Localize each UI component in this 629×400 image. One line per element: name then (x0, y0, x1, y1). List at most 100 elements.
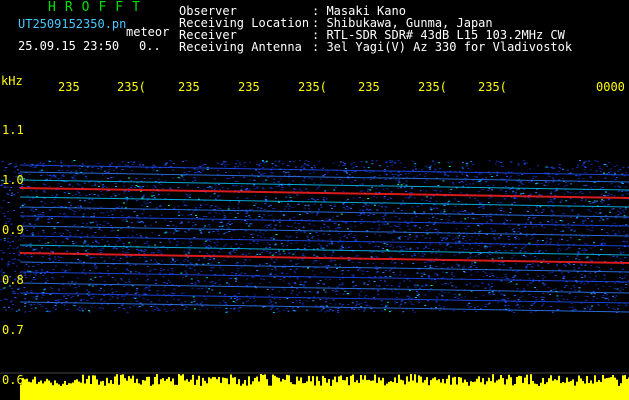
signal-level-bar (92, 375, 94, 400)
noise-speck (504, 250, 507, 252)
noise-speck (217, 162, 220, 164)
noise-speck (459, 211, 462, 212)
noise-speck (601, 199, 603, 201)
noise-speck (513, 294, 516, 296)
noise-speck (245, 223, 248, 225)
noise-speck (613, 195, 616, 197)
noise-speck (57, 300, 60, 302)
noise-speck (347, 207, 350, 209)
noise-speck (243, 176, 246, 178)
noise-speck (110, 162, 113, 164)
noise-speck (315, 232, 318, 233)
signal-level-bar (112, 383, 114, 400)
noise-speck (342, 190, 345, 192)
noise-speck (225, 307, 228, 309)
noise-speck (409, 301, 412, 303)
noise-speck (404, 173, 407, 175)
noise-speck (580, 264, 583, 266)
noise-speck (67, 191, 69, 193)
signal-level-bar (408, 381, 410, 400)
noise-speck (332, 206, 335, 207)
noise-speck (510, 310, 513, 312)
noise-speck (141, 197, 144, 199)
noise-speck (308, 277, 311, 279)
noise-speck (235, 277, 238, 279)
noise-speck (529, 221, 532, 223)
noise-speck (254, 195, 257, 197)
noise-speck (586, 228, 589, 230)
noise-speck (239, 164, 242, 166)
noise-speck (271, 304, 274, 306)
signal-level-bar (150, 385, 152, 400)
noise-speck (435, 207, 438, 209)
signal-level-bar (514, 384, 516, 400)
noise-speck (365, 204, 368, 206)
noise-speck (333, 204, 336, 206)
noise-speck (17, 169, 19, 171)
signal-level-bar (580, 378, 582, 400)
noise-speck (539, 206, 542, 208)
noise-speck (371, 228, 374, 229)
noise-speck (390, 285, 393, 287)
noise-speck (273, 276, 276, 278)
noise-speck (457, 265, 460, 267)
noise-speck (376, 272, 379, 274)
noise-speck (313, 254, 316, 256)
noise-speck (60, 299, 63, 301)
noise-speck (221, 162, 224, 164)
noise-speck (503, 264, 506, 266)
noise-speck (212, 266, 215, 268)
noise-speck (32, 227, 35, 229)
noise-speck (75, 281, 78, 283)
noise-speck (349, 233, 352, 235)
noise-speck (236, 299, 238, 301)
noise-speck (507, 304, 510, 306)
noise-speck (141, 213, 144, 215)
noise-speck (534, 251, 537, 253)
noise-speck (337, 242, 340, 244)
noise-speck (429, 244, 432, 246)
noise-speck (210, 205, 213, 206)
noise-speck (136, 216, 139, 218)
noise-speck (266, 226, 269, 228)
noise-speck (559, 249, 562, 251)
noise-speck (45, 308, 48, 310)
noise-speck (88, 194, 91, 196)
noise-speck (88, 310, 90, 312)
signal-level-bar (252, 381, 254, 400)
noise-speck (273, 261, 276, 263)
noise-speck (154, 185, 157, 187)
noise-speck (416, 284, 419, 286)
noise-speck (187, 214, 190, 216)
noise-speck (382, 189, 385, 191)
noise-speck (136, 292, 139, 294)
noise-speck (488, 292, 491, 293)
noise-speck (130, 222, 133, 224)
noise-speck (64, 270, 67, 272)
noise-speck (352, 275, 355, 277)
noise-speck (187, 252, 190, 254)
signal-level-bar (166, 378, 168, 400)
noise-speck (504, 273, 507, 275)
noise-speck (267, 176, 270, 178)
signal-level-bar (68, 383, 70, 400)
noise-speck (328, 286, 330, 288)
noise-speck (559, 201, 562, 203)
noise-speck (452, 238, 455, 240)
noise-speck (624, 186, 627, 188)
noise-speck (413, 176, 416, 178)
noise-speck (170, 310, 173, 311)
noise-speck (145, 203, 147, 205)
noise-speck (325, 198, 328, 200)
noise-speck (219, 267, 222, 269)
noise-speck (416, 294, 419, 296)
noise-speck (31, 307, 34, 309)
noise-speck (73, 160, 76, 161)
noise-speck (566, 299, 569, 300)
noise-speck (195, 214, 197, 216)
noise-speck (559, 220, 562, 221)
noise-speck (165, 311, 168, 313)
noise-speck (296, 278, 299, 280)
noise-speck (94, 276, 97, 278)
noise-speck (549, 199, 552, 201)
